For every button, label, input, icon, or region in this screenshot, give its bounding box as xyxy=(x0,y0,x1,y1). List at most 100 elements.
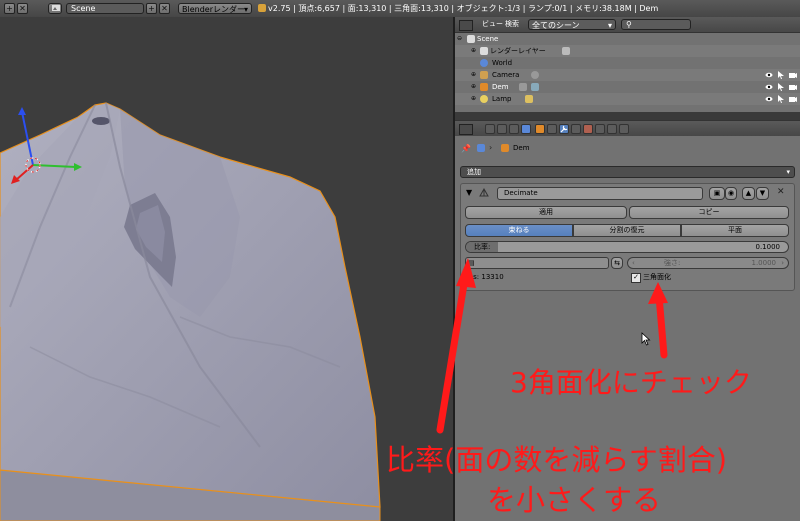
breadcrumb-separator: › xyxy=(489,143,493,152)
outliner-item-label: Lamp xyxy=(492,95,512,103)
tab-unsubdivide[interactable]: 分割の復元 xyxy=(573,224,681,237)
camera-icon xyxy=(480,71,488,79)
render-layer-icon xyxy=(562,47,570,55)
render-layers-icon xyxy=(480,47,488,55)
data-tab-icon[interactable] xyxy=(571,124,581,134)
triangulate-checkbox[interactable]: ✓ xyxy=(631,273,641,283)
particles-tab-icon[interactable] xyxy=(607,124,617,134)
vertex-group-field[interactable]: ▤ xyxy=(465,257,609,269)
chevron-down-icon: ▾ xyxy=(243,5,248,14)
invert-toggle[interactable]: ⇆ xyxy=(611,257,623,269)
outliner-item-label: Dem xyxy=(492,83,509,91)
add-modifier-label: 追加 xyxy=(467,168,481,176)
search-icon: ⚲ xyxy=(626,20,632,29)
outliner-item-label: World xyxy=(492,59,513,67)
transform-gizmo[interactable] xyxy=(0,102,100,222)
expand-icon[interactable]: ⊕ xyxy=(471,45,476,57)
scene-tab-icon[interactable] xyxy=(509,124,519,134)
blender-logo-icon xyxy=(258,4,266,12)
lamp-icon xyxy=(480,95,488,103)
expand-icon[interactable]: ⊕ xyxy=(471,81,476,93)
strength-value: 1.0000 xyxy=(751,259,777,267)
camera-render-icon[interactable] xyxy=(789,71,797,79)
camera-data-icon xyxy=(531,71,539,79)
modifier-name-input[interactable]: Decimate xyxy=(497,187,703,200)
move-down-button[interactable]: ▼ xyxy=(756,187,769,200)
cursor-icon[interactable] xyxy=(777,95,785,103)
object-tab-icon[interactable] xyxy=(535,124,545,134)
outliner-row-camera[interactable]: ⊕ Camera xyxy=(455,69,800,81)
render-layers-tab-icon[interactable] xyxy=(497,124,507,134)
expand-icon[interactable]: ⊕ xyxy=(471,93,476,105)
outliner-row-scene[interactable]: ⊖ Scene xyxy=(455,33,800,45)
tab-collapse[interactable]: 束ねる xyxy=(465,224,573,237)
world-tab-icon[interactable] xyxy=(521,124,531,134)
modifiers-tab-icon[interactable] xyxy=(559,124,569,134)
camera-render-icon[interactable] xyxy=(789,83,797,91)
ratio-slider[interactable]: 比率: 0.1000 xyxy=(465,241,789,253)
outliner-item-label: レンダーレイヤー xyxy=(490,47,546,55)
plus-icon[interactable]: + xyxy=(4,3,15,14)
move-up-button[interactable]: ▲ xyxy=(742,187,755,200)
scene-icon[interactable] xyxy=(48,3,62,14)
eye-icon[interactable] xyxy=(765,95,773,103)
area-divider[interactable] xyxy=(455,112,800,120)
strength-field: ‹ 強さ: 1.0000 › xyxy=(627,257,789,269)
display-mode-dropdown[interactable]: 全てのシーン ▾ xyxy=(528,19,616,30)
search-menu[interactable]: 検索 xyxy=(505,19,519,29)
outliner-item-label: Camera xyxy=(492,71,520,79)
close-icon[interactable]: ✕ xyxy=(17,3,28,14)
arrow-right-icon: › xyxy=(781,259,784,267)
pin-icon[interactable]: 📌 xyxy=(461,144,471,153)
outliner-row-render-layers[interactable]: ⊕ レンダーレイヤー xyxy=(455,45,800,57)
decimate-icon xyxy=(479,187,489,198)
camera-render-icon[interactable] xyxy=(789,95,797,103)
outliner-item-label: Scene xyxy=(477,35,499,43)
collapse-icon[interactable]: ⊖ xyxy=(457,33,462,45)
cursor-icon[interactable] xyxy=(777,71,785,79)
renderer-dropdown[interactable]: Blenderレンダー ▾ xyxy=(178,3,252,14)
display-mode-label: 全てのシーン xyxy=(532,21,580,30)
copy-button[interactable]: コピー xyxy=(629,206,789,219)
annotation-ratio-line1: 比率(面の数を減らす割合) xyxy=(386,443,728,477)
chevron-down-icon: ▾ xyxy=(607,21,612,30)
material-tab-icon[interactable] xyxy=(583,124,593,134)
outliner-row-dem[interactable]: ⊕ Dem xyxy=(455,81,800,93)
mesh-object-icon xyxy=(501,144,509,152)
render-tab-icon[interactable] xyxy=(485,124,495,134)
outliner-header: ビュー 検索 全てのシーン ▾ ⚲ xyxy=(455,17,800,33)
editor-type-icon[interactable] xyxy=(459,124,473,135)
add-modifier-dropdown[interactable]: 追加 ▾ xyxy=(460,166,795,178)
view-menu[interactable]: ビュー xyxy=(482,19,503,29)
realtime-display-toggle[interactable]: ▣ xyxy=(709,187,725,200)
lamp-data-icon xyxy=(525,95,533,103)
outliner-row-world[interactable]: World xyxy=(455,57,800,69)
strength-label: 強さ: xyxy=(664,259,681,267)
scene-icon xyxy=(477,144,485,152)
renderer-label: Blenderレンダー xyxy=(182,5,245,14)
modifier-name: Decimate xyxy=(504,189,538,197)
scene-field[interactable]: Scene xyxy=(66,3,144,14)
physics-tab-icon[interactable] xyxy=(619,124,629,134)
texture-tab-icon[interactable] xyxy=(595,124,605,134)
search-input[interactable]: ⚲ xyxy=(621,19,691,30)
expand-icon[interactable]: ⊕ xyxy=(471,69,476,81)
tab-planar[interactable]: 平面 xyxy=(681,224,789,237)
mesh-object-icon xyxy=(480,83,488,91)
chevron-down-icon: ▾ xyxy=(786,168,790,176)
collapse-triangle-icon[interactable]: ▼ xyxy=(466,188,472,197)
editor-type-icon[interactable] xyxy=(459,20,473,31)
apply-button[interactable]: 適用 xyxy=(465,206,627,219)
eye-icon[interactable] xyxy=(765,83,773,91)
close-icon[interactable]: ✕ xyxy=(159,3,170,14)
render-toggle[interactable]: ◉ xyxy=(725,187,737,200)
remove-modifier-icon[interactable]: ✕ xyxy=(777,187,785,197)
outliner-row-lamp[interactable]: ⊕ Lamp xyxy=(455,93,800,105)
mouse-cursor-icon xyxy=(641,332,651,346)
eye-icon[interactable] xyxy=(765,71,773,79)
face-count: ces: 13310 xyxy=(465,273,504,281)
decimate-modifier-panel: ▼ Decimate ▣ ◉ ▲ ▼ ✕ 適用 コピー 束ねる 分割の復元 平面… xyxy=(460,183,795,291)
constraints-tab-icon[interactable] xyxy=(547,124,557,134)
plus-icon[interactable]: + xyxy=(146,3,157,14)
cursor-icon[interactable] xyxy=(777,83,785,91)
